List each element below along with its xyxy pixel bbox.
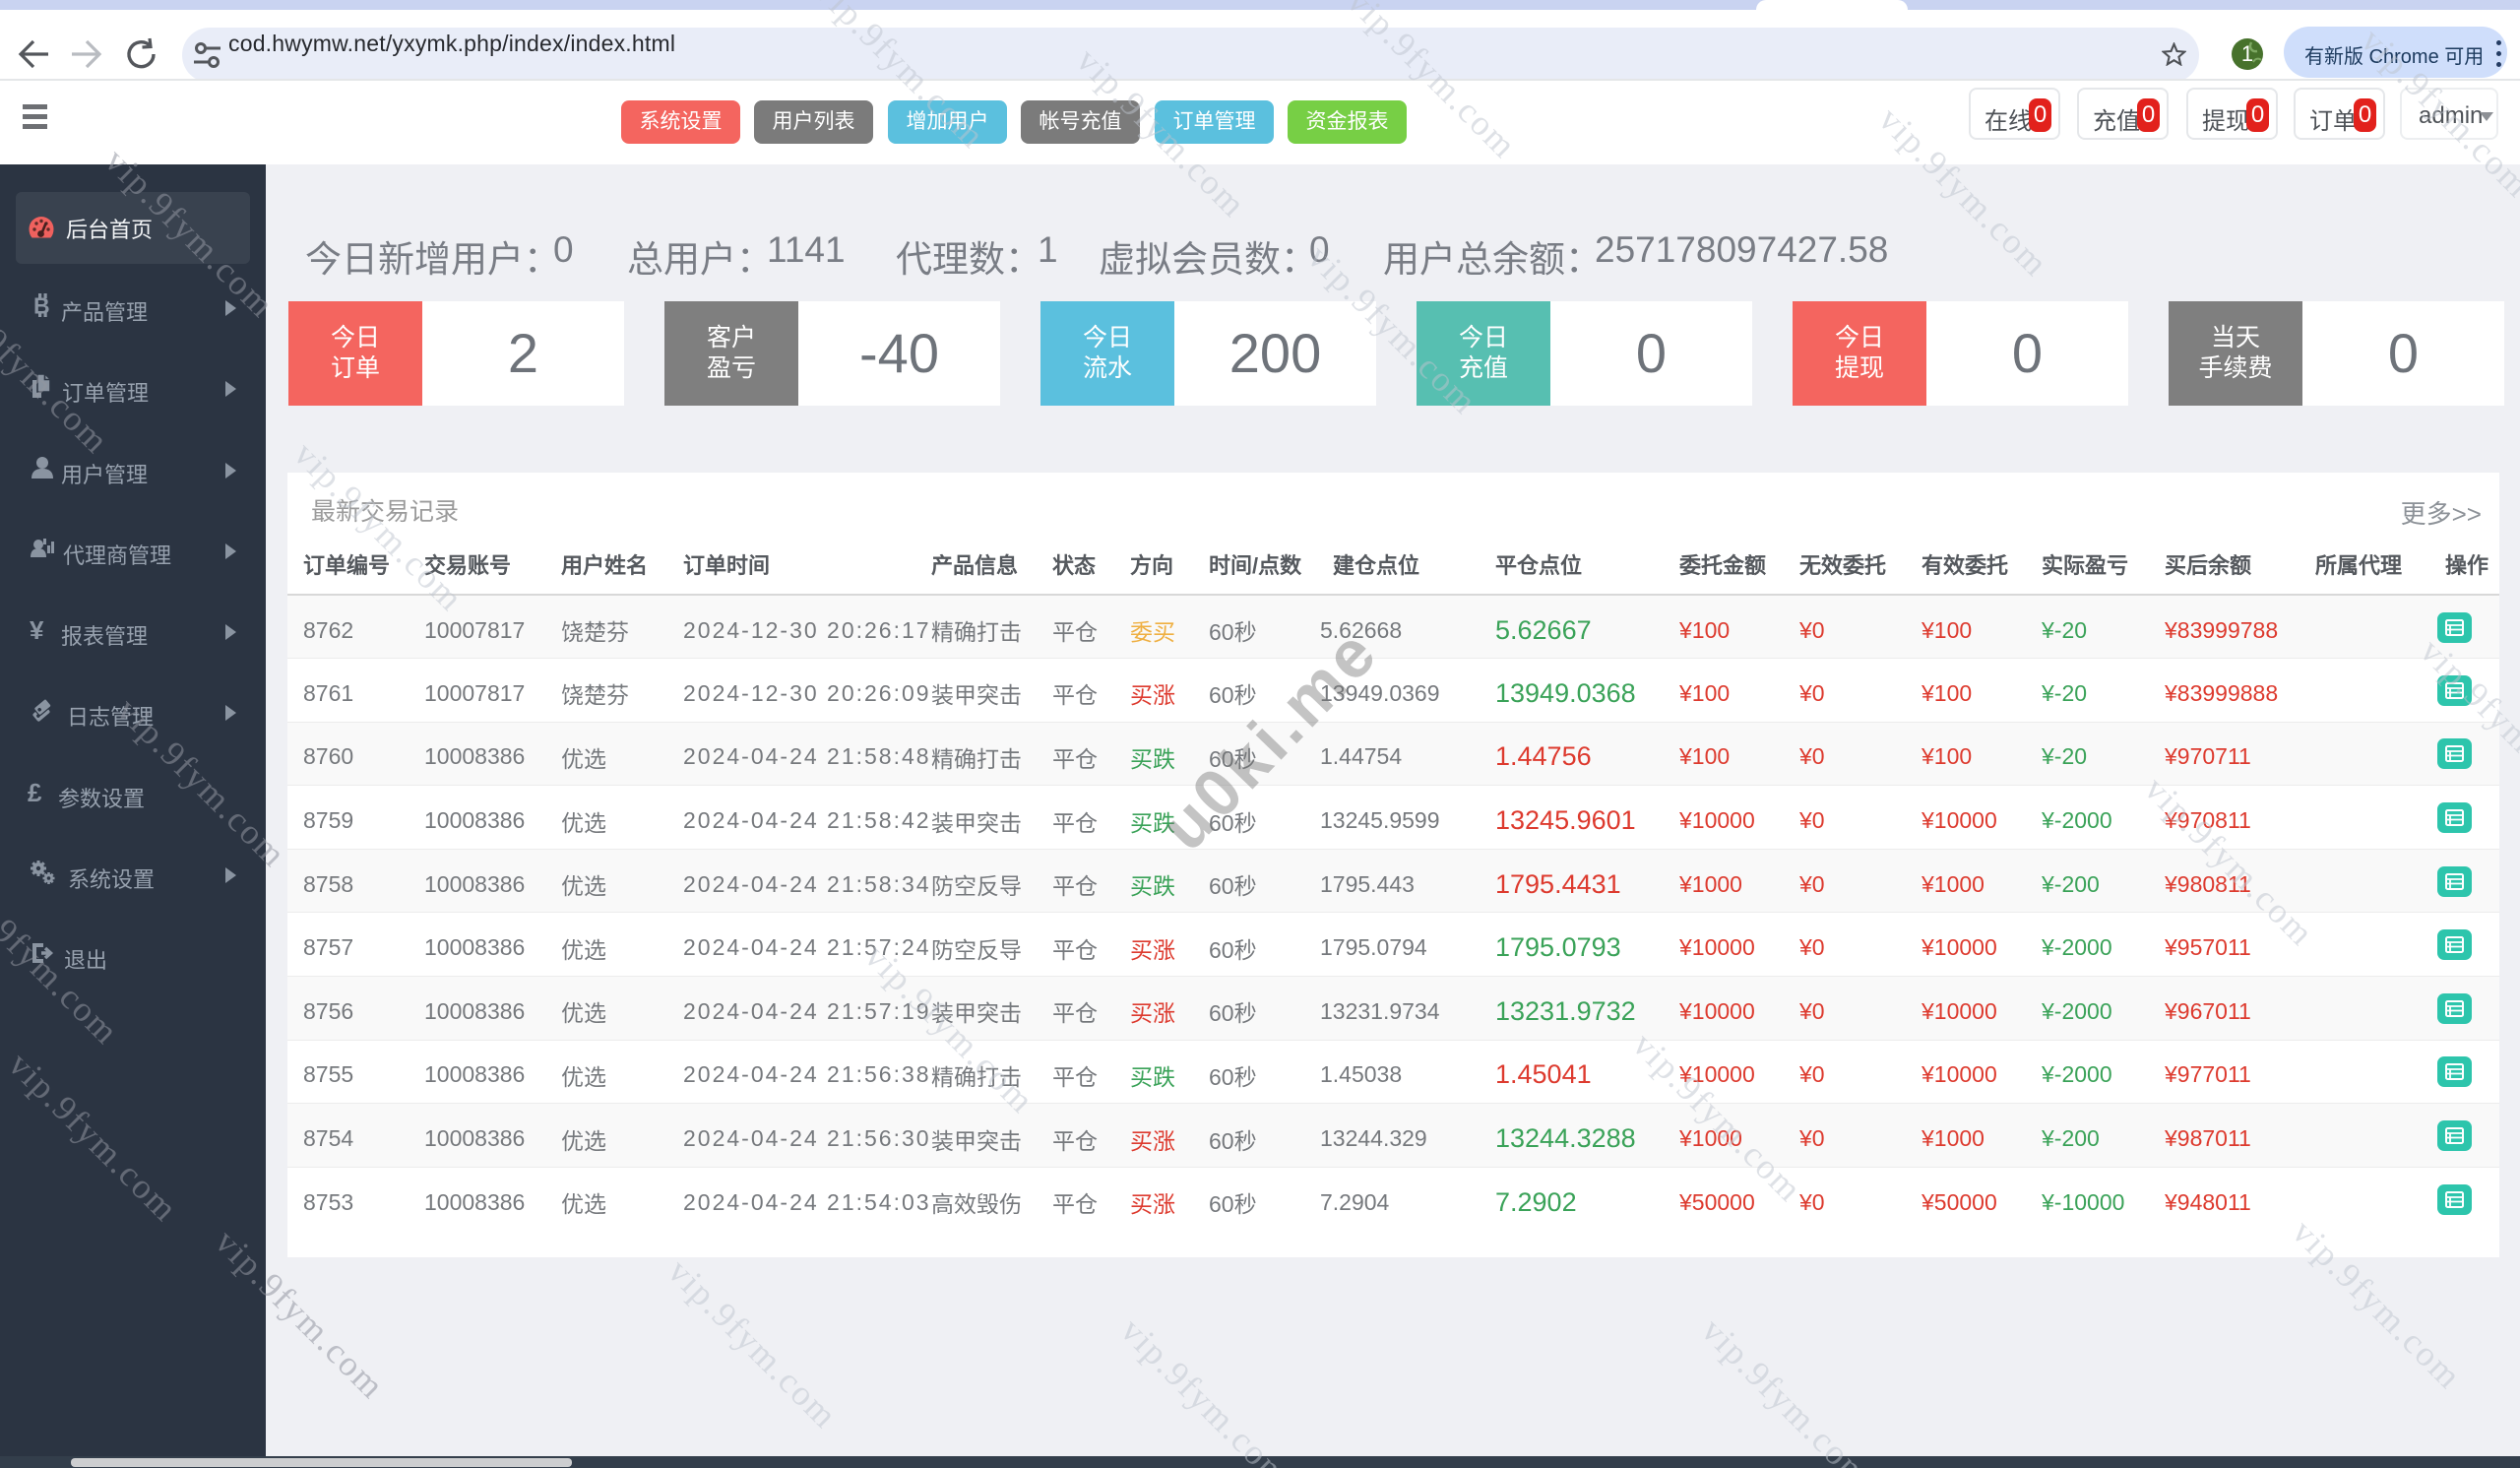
svg-text:B: B bbox=[33, 293, 50, 319]
